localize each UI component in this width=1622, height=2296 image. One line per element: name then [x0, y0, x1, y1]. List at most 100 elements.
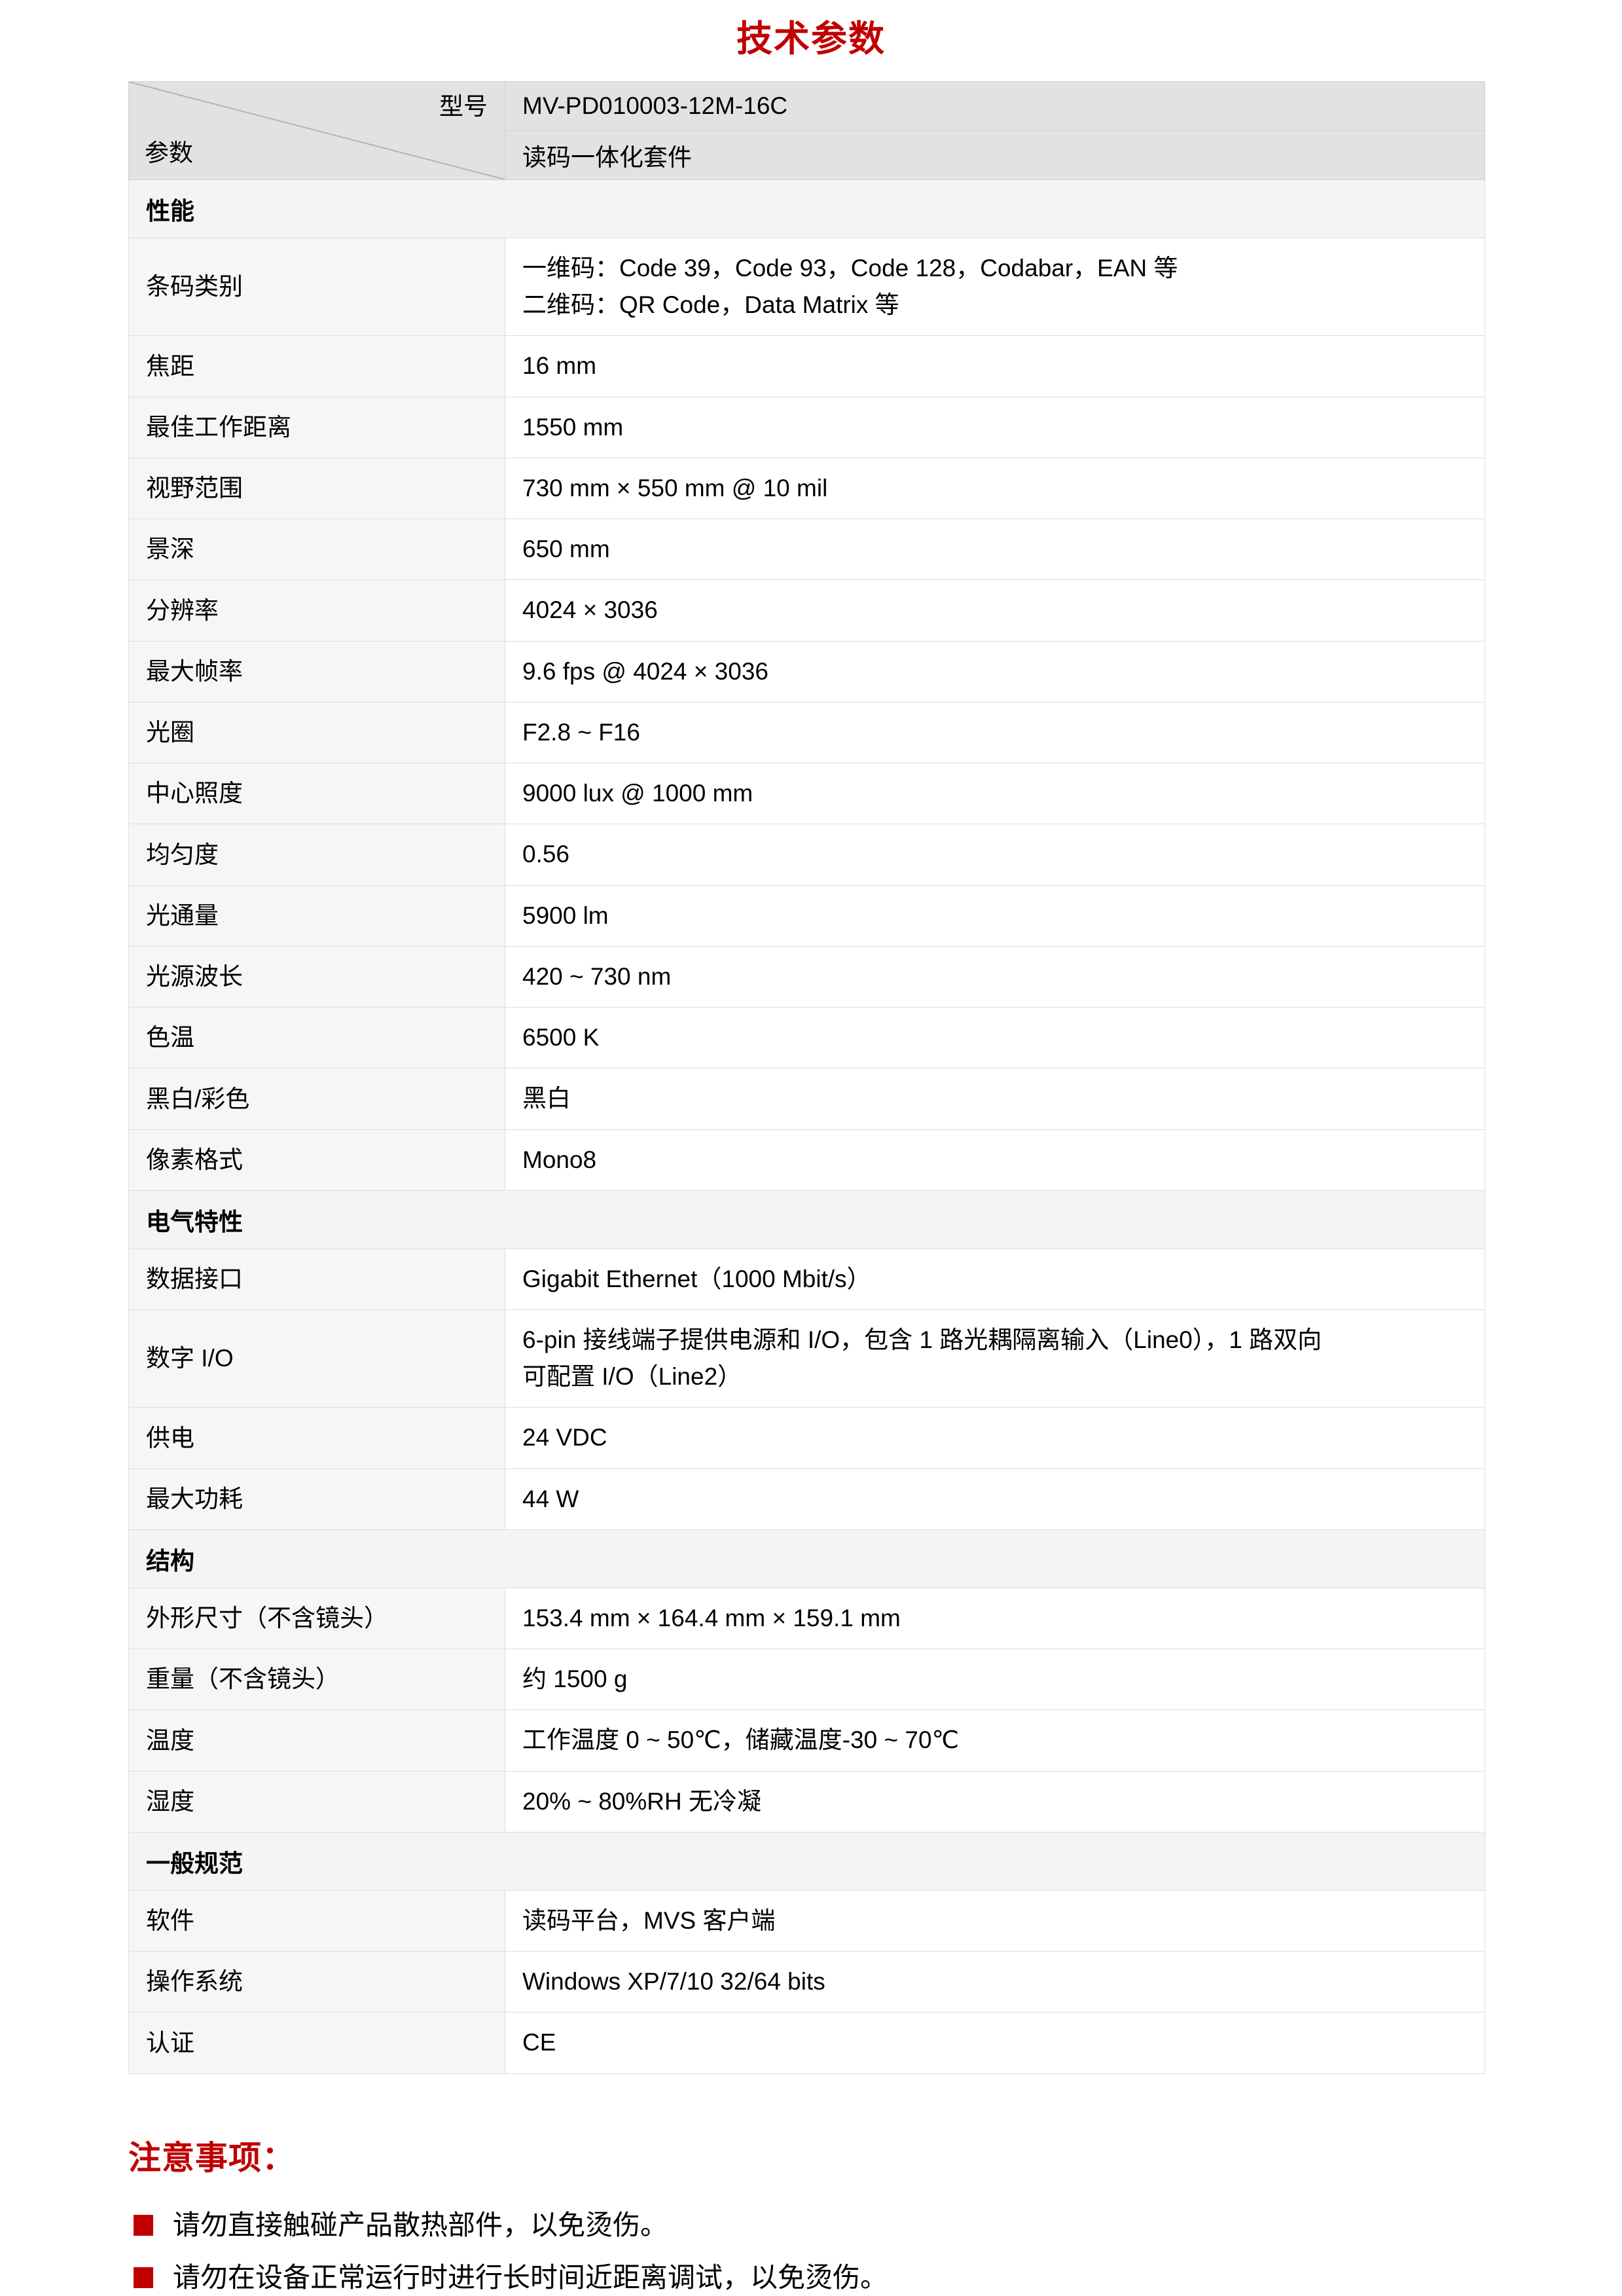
spec-value-cell: 5900 lm	[505, 884, 1485, 947]
spec-label-cell: 最大帧率	[128, 640, 505, 702]
spec-value-cell: 工作温度 0 ~ 50℃，储藏温度-30 ~ 70℃	[505, 1709, 1485, 1772]
table-row: 最大功耗 44 W	[128, 1468, 1485, 1530]
table-row: 软件 读码平台，MVS 客户端	[128, 1889, 1485, 1952]
spec-label-cell: 景深	[128, 519, 505, 581]
diagonal-header-cell: 型号 参数	[128, 81, 505, 180]
note-text: 请勿直接触碰产品散热部件，以免烫伤。	[173, 2209, 668, 2240]
spec-value-line: 6500 K	[522, 1024, 600, 1051]
header-model-value: MV-PD010003-12M-16C	[505, 81, 1485, 131]
spec-value-line: 一维码：Code 39，Code 93，Code 128，Codabar，EAN…	[522, 255, 1178, 282]
table-row: 数字 I/O 6-pin 接线端子提供电源和 I/O，包含 1 路光耦隔离输入（L…	[128, 1309, 1485, 1408]
spec-value-line: Mono8	[522, 1146, 597, 1173]
spec-value-line: CE	[522, 2029, 556, 2056]
table-row: 光圈 F2.8 ~ F16	[128, 701, 1485, 764]
spec-label-cell: 光圈	[128, 701, 505, 764]
table-row: 湿度 20% ~ 80%RH 无冷凝	[128, 1770, 1485, 1832]
spec-value-line: 9.6 fps @ 4024 × 3036	[522, 657, 768, 685]
spec-value-cell: 1550 mm	[505, 396, 1485, 458]
spec-value-cell: 4024 × 3036	[505, 579, 1485, 642]
table-row: 认证 CE	[128, 2012, 1485, 2074]
square-bullet-icon	[134, 2267, 153, 2289]
spec-label-cell: 外形尺寸（不含镜头）	[128, 1587, 505, 1650]
table-row: 光通量 5900 lm	[128, 884, 1485, 947]
spec-value-line: Windows XP/7/10 32/64 bits	[522, 1968, 825, 1995]
spec-label-cell: 色温	[128, 1007, 505, 1069]
spec-label-cell: 最大功耗	[128, 1468, 505, 1530]
spec-value-line: 约 1500 g	[522, 1666, 628, 1693]
spec-label-cell: 供电	[128, 1407, 505, 1469]
spec-value-cell: 24 VDC	[505, 1407, 1485, 1469]
spec-value-line: 二维码：QR Code，Data Matrix 等	[522, 291, 899, 319]
spec-value-cell: 9.6 fps @ 4024 × 3036	[505, 640, 1485, 702]
spec-label-cell: 中心照度	[128, 763, 505, 825]
spec-value-line: 16 mm	[522, 352, 597, 380]
table-row: 视野范围 730 mm × 550 mm @ 10 mil	[128, 457, 1485, 520]
table-row: 数据接口 Gigabit Ethernet（1000 Mbit/s）	[128, 1248, 1485, 1310]
table-row: 均匀度 0.56	[128, 824, 1485, 886]
table-row: 中心照度 9000 lux @ 1000 mm	[128, 763, 1485, 825]
spec-value-cell: 730 mm × 550 mm @ 10 mil	[505, 457, 1485, 520]
spec-value-cell: 6500 K	[505, 1007, 1485, 1069]
spec-value-line: 24 VDC	[522, 1424, 607, 1451]
spec-value-cell: Mono8	[505, 1129, 1485, 1191]
page-title: 技术参数	[736, 18, 886, 59]
spec-label-cell: 操作系统	[128, 1951, 505, 2013]
spec-label-cell: 焦距	[128, 335, 505, 397]
spec-value-line: 工作温度 0 ~ 50℃，储藏温度-30 ~ 70℃	[522, 1726, 960, 1754]
spec-value-line: 420 ~ 730 nm	[522, 962, 672, 990]
note-item: 请勿直接触碰产品散热部件，以免烫伤。	[128, 2208, 1622, 2244]
spec-label-cell: 视野范围	[128, 457, 505, 520]
spec-value-line: 730 mm × 550 mm @ 10 mil	[522, 474, 828, 501]
section-header-label: 结构	[128, 1529, 1485, 1588]
spec-value-cell: Gigabit Ethernet（1000 Mbit/s）	[505, 1248, 1485, 1310]
table-row: 供电 24 VDC	[128, 1407, 1485, 1469]
spec-value-line: 6-pin 接线端子提供电源和 I/O，包含 1 路光耦隔离输入（Line0），…	[522, 1326, 1322, 1353]
notes-list: 请勿直接触碰产品散热部件，以免烫伤。请勿在设备正常运行时进行长时间近距离调试，以…	[128, 2208, 1622, 2296]
table-row: 分辨率 4024 × 3036	[128, 579, 1485, 642]
spec-value-cell: 黑白	[505, 1068, 1485, 1130]
spec-label-cell: 重量（不含镜头）	[128, 1649, 505, 1711]
spec-label-cell: 均匀度	[128, 824, 505, 886]
spec-value-line: 153.4 mm × 164.4 mm × 159.1 mm	[522, 1604, 901, 1631]
spec-value-cell: 20% ~ 80%RH 无冷凝	[505, 1770, 1485, 1832]
section-header-label: 性能	[128, 179, 1485, 238]
spec-value-cell: 一维码：Code 39，Code 93，Code 128，Codabar，EAN…	[505, 237, 1485, 337]
table-row: 焦距 16 mm	[128, 335, 1485, 397]
spec-value-line: 4024 × 3036	[522, 596, 658, 624]
section-header-row: 结构	[128, 1529, 1485, 1588]
header-parameter-label: 参数	[145, 139, 193, 166]
section-header-label: 电气特性	[128, 1190, 1485, 1249]
spec-value-line: F2.8 ~ F16	[522, 718, 640, 746]
table-row: 操作系统 Windows XP/7/10 32/64 bits	[128, 1951, 1485, 2013]
square-bullet-icon	[134, 2214, 153, 2236]
spec-label-cell: 条码类别	[128, 237, 505, 337]
header-model-label: 型号	[439, 93, 488, 120]
note-item: 请勿在设备正常运行时进行长时间近距离调试，以免烫伤。	[128, 2260, 1622, 2296]
spec-label-cell: 认证	[128, 2012, 505, 2074]
spec-value-line: 44 W	[522, 1485, 579, 1512]
notes-title: 注意事项：	[128, 2139, 295, 2176]
section-header-row: 电气特性	[128, 1190, 1485, 1249]
spec-label-cell: 分辨率	[128, 579, 505, 642]
spec-value-cell: 9000 lux @ 1000 mm	[505, 763, 1485, 825]
table-row: 外形尺寸（不含镜头） 153.4 mm × 164.4 mm × 159.1 mm	[128, 1587, 1485, 1650]
table-row: 景深 650 mm	[128, 519, 1485, 581]
spec-label-cell: 数字 I/O	[128, 1309, 505, 1408]
table-row: 最大帧率 9.6 fps @ 4024 × 3036	[128, 640, 1485, 702]
spec-value-cell: 约 1500 g	[505, 1649, 1485, 1711]
spec-value-cell: 420 ~ 730 nm	[505, 945, 1485, 1008]
table-row: 黑白/彩色 黑白	[128, 1068, 1485, 1130]
header-product-value: 读码一体化套件	[505, 130, 1485, 180]
spec-value-line: Gigabit Ethernet（1000 Mbit/s）	[522, 1265, 871, 1292]
table-row: 条码类别 一维码：Code 39，Code 93，Code 128，Codabar…	[128, 237, 1485, 337]
spec-value-line: 读码平台，MVS 客户端	[522, 1906, 776, 1934]
technical-spec-table: 型号 参数 MV-PD010003-12M-16C 读码一体化套件 性能 条码类别…	[128, 81, 1485, 2074]
spec-label-cell: 温度	[128, 1709, 505, 1772]
spec-value-line: 5900 lm	[522, 902, 609, 929]
table-row: 光源波长 420 ~ 730 nm	[128, 945, 1485, 1008]
spec-value-cell: 6-pin 接线端子提供电源和 I/O，包含 1 路光耦隔离输入（Line0），…	[505, 1309, 1485, 1408]
spec-value-line: 0.56	[522, 841, 570, 868]
table-header-row-model: 型号 参数 MV-PD010003-12M-16C	[128, 81, 1485, 180]
spec-label-cell: 最佳工作距离	[128, 396, 505, 458]
spec-value-line: 黑白	[522, 1085, 571, 1112]
